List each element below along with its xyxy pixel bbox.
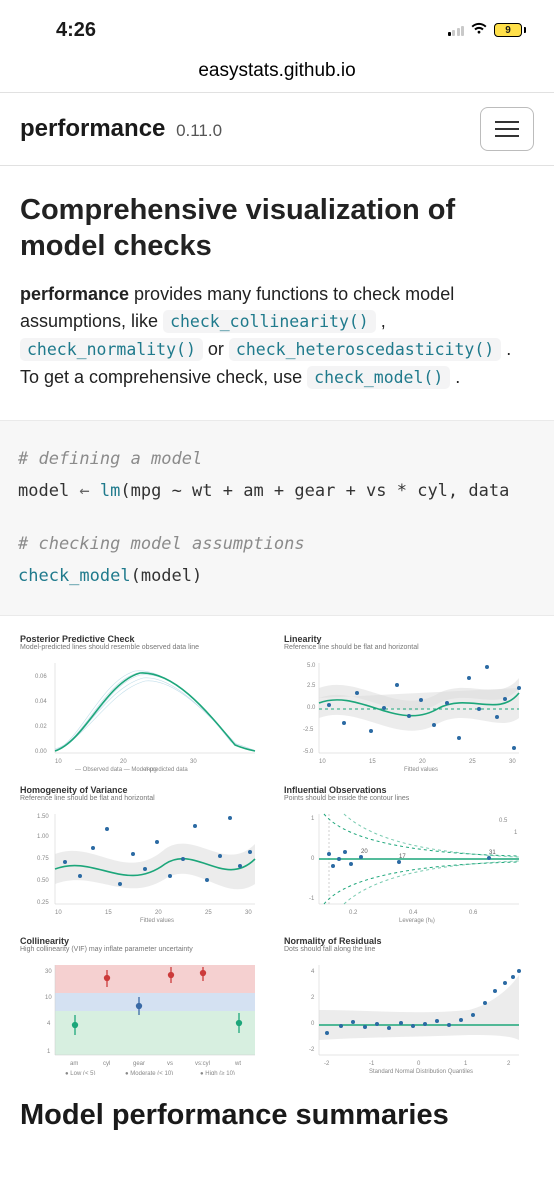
section-heading: Comprehensive visualization of model che… xyxy=(20,192,534,265)
svg-text:vs:cyl: vs:cyl xyxy=(195,1061,210,1067)
plot-influential: Influential Observations Points should b… xyxy=(284,785,534,924)
brand-version: 0.11.0 xyxy=(176,121,222,140)
site-navbar: performance 0.11.0 xyxy=(0,92,554,166)
svg-text:1.00: 1.00 xyxy=(37,834,49,840)
svg-text:0.25: 0.25 xyxy=(37,900,49,906)
svg-text:30: 30 xyxy=(509,759,516,765)
svg-text:2: 2 xyxy=(507,1061,511,1067)
battery-icon: 9 xyxy=(494,23,526,37)
clock: 4:26 xyxy=(56,19,96,42)
svg-text:● High (≥ 10): ● High (≥ 10) xyxy=(200,1071,235,1075)
code-comment: # checking model assumptions xyxy=(18,528,536,560)
svg-text:vs: vs xyxy=(167,1061,173,1067)
svg-text:31: 31 xyxy=(489,850,496,856)
check-model-plot-grid: Posterior Predictive Check Model-predict… xyxy=(0,616,554,1093)
svg-text:0.50: 0.50 xyxy=(37,878,49,884)
svg-text:0: 0 xyxy=(311,1021,315,1027)
svg-text:15: 15 xyxy=(369,759,376,765)
svg-text:● Moderate (< 10): ● Moderate (< 10) xyxy=(125,1071,173,1075)
svg-text:4: 4 xyxy=(47,1021,51,1027)
svg-text:20: 20 xyxy=(361,849,368,855)
svg-text:1.50: 1.50 xyxy=(37,814,49,820)
svg-text:0.4: 0.4 xyxy=(409,910,418,916)
plot-linearity: Linearity Reference line should be flat … xyxy=(284,634,534,773)
code-check-heteroscedasticity[interactable]: check_heteroscedasticity() xyxy=(229,338,501,361)
svg-text:5.0: 5.0 xyxy=(307,663,316,669)
svg-text:0.06: 0.06 xyxy=(35,674,47,680)
svg-text:Fitted values: Fitted values xyxy=(404,767,438,773)
svg-text:30: 30 xyxy=(245,910,252,916)
code-block[interactable]: # defining a model model ← lm(mpg ~ wt +… xyxy=(0,420,554,616)
svg-text:gear: gear xyxy=(133,1061,145,1067)
svg-text:0.04: 0.04 xyxy=(35,699,47,705)
svg-text:10: 10 xyxy=(55,759,62,765)
svg-text:2: 2 xyxy=(311,995,315,1001)
section-heading-2: Model performance summaries xyxy=(0,1093,554,1132)
svg-text:0.00: 0.00 xyxy=(35,749,47,755)
svg-text:am: am xyxy=(70,1061,78,1067)
svg-text:10: 10 xyxy=(319,759,326,765)
svg-text:1: 1 xyxy=(47,1049,51,1055)
menu-toggle-button[interactable] xyxy=(480,107,534,151)
svg-text:0.75: 0.75 xyxy=(37,856,49,862)
svg-text:25: 25 xyxy=(205,910,212,916)
svg-text:20: 20 xyxy=(155,910,162,916)
code-line: check_model(model) xyxy=(18,560,536,592)
svg-text:2.5: 2.5 xyxy=(307,683,316,689)
svg-text:Fitted values: Fitted values xyxy=(140,918,174,924)
svg-text:0.0: 0.0 xyxy=(307,705,316,711)
svg-text:10: 10 xyxy=(45,995,52,1001)
svg-text:-2: -2 xyxy=(324,1061,330,1067)
plot-posterior-predictive: Posterior Predictive Check Model-predict… xyxy=(20,634,270,773)
wifi-icon xyxy=(470,20,488,40)
svg-text:-2.5: -2.5 xyxy=(303,727,314,733)
plot-collinearity: Collinearity High collinearity (VIF) may… xyxy=(20,936,270,1075)
svg-text:1: 1 xyxy=(311,816,315,822)
svg-text:15: 15 xyxy=(105,910,112,916)
svg-text:-5.0: -5.0 xyxy=(303,749,314,755)
svg-text:25: 25 xyxy=(469,759,476,765)
svg-text:0.2: 0.2 xyxy=(349,910,358,916)
svg-text:-1: -1 xyxy=(309,896,315,902)
svg-text:0.6: 0.6 xyxy=(469,910,478,916)
svg-text:20: 20 xyxy=(419,759,426,765)
svg-text:-1: -1 xyxy=(369,1061,375,1067)
svg-text:0.02: 0.02 xyxy=(35,724,47,730)
cellular-icon xyxy=(448,24,465,36)
svg-text:0: 0 xyxy=(311,856,315,862)
brand-name: performance xyxy=(20,115,165,142)
svg-text:● Low (< 5): ● Low (< 5) xyxy=(65,1071,95,1075)
svg-text:cyl: cyl xyxy=(103,1061,110,1067)
code-comment: # defining a model xyxy=(18,443,536,475)
svg-text:1: 1 xyxy=(464,1061,468,1067)
svg-text:10: 10 xyxy=(55,910,62,916)
svg-text:Standard Normal Distribution Q: Standard Normal Distribution Quantiles xyxy=(369,1069,473,1075)
browser-url[interactable]: easystats.github.io xyxy=(0,60,554,92)
intro-lead: performance xyxy=(20,284,129,304)
code-check-collinearity[interactable]: check_collinearity() xyxy=(163,310,376,333)
svg-text:Leverage (hᵢᵢ): Leverage (hᵢᵢ) xyxy=(399,918,435,924)
svg-text:17: 17 xyxy=(399,854,406,860)
svg-text:wt: wt xyxy=(234,1061,241,1067)
svg-text:1: 1 xyxy=(514,830,518,836)
brand[interactable]: performance 0.11.0 xyxy=(20,115,222,143)
svg-text:0.5: 0.5 xyxy=(499,818,508,824)
svg-text:— Observed data — Model-predi: — Observed data — Model-predicted data xyxy=(75,767,188,773)
svg-text:-2: -2 xyxy=(309,1047,315,1053)
plot-normality: Normality of Residuals Dots should fall … xyxy=(284,936,534,1075)
svg-text:0: 0 xyxy=(417,1061,421,1067)
svg-text:4: 4 xyxy=(311,969,315,975)
code-line: model ← lm(mpg ~ wt + am + gear + vs * c… xyxy=(18,475,536,507)
svg-text:20: 20 xyxy=(120,759,127,765)
code-check-model[interactable]: check_model() xyxy=(307,366,450,389)
ios-status-bar: 4:26 9 xyxy=(0,0,554,60)
svg-text:30: 30 xyxy=(190,759,197,765)
intro-paragraph: performance provides many functions to c… xyxy=(20,281,534,393)
code-check-normality[interactable]: check_normality() xyxy=(20,338,203,361)
svg-text:30: 30 xyxy=(45,969,52,975)
plot-homogeneity: Homogeneity of Variance Reference line s… xyxy=(20,785,270,924)
